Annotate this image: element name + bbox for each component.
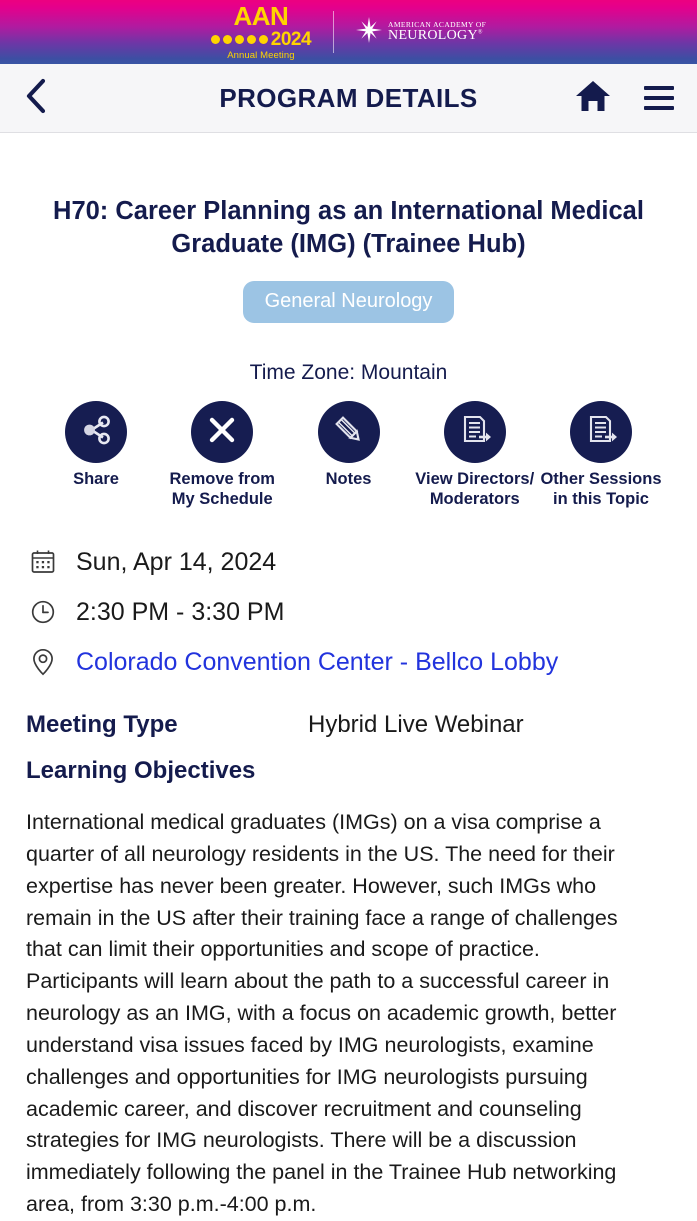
meta-row-time: 2:30 PM - 3:30 PM (28, 587, 671, 637)
document-arrow-icon (458, 413, 492, 452)
home-button[interactable] (573, 78, 613, 118)
hamburger-menu-icon (644, 86, 674, 110)
meeting-type-row: Meeting Type Hybrid Live Webinar (26, 711, 671, 739)
notes-button-circle (317, 401, 380, 464)
academy-line-2: NEUROLOGY® (388, 27, 483, 43)
action-view-directors-moderators[interactable]: View Directors/ Moderators (413, 401, 537, 509)
meeting-type-label: Meeting Type (26, 711, 178, 739)
calendar-icon (28, 549, 58, 575)
starburst-icon (356, 16, 383, 48)
action-remove-from-my-schedule[interactable]: Remove from My Schedule (160, 401, 284, 509)
action-share[interactable]: Share (34, 401, 158, 489)
home-icon (575, 79, 611, 118)
topic-badge[interactable]: General Neurology (242, 281, 455, 324)
aan-subtitle: Annual Meeting (227, 50, 295, 62)
meta-row-date: Sun, Apr 14, 2024 (28, 537, 671, 587)
topic-badge-row: General Neurology (26, 281, 671, 324)
action-label: View Directors/ Moderators (415, 470, 535, 508)
navigation-bar: PROGRAM DETAILS (0, 64, 697, 133)
session-date: Sun, Apr 14, 2024 (76, 548, 277, 577)
session-time: 2:30 PM - 3:30 PM (76, 598, 285, 627)
action-label: Share (73, 470, 119, 489)
aan-dots-year-row: 2024 (210, 29, 312, 51)
aan-annual-meeting-logo: AAN 2024 Annual Meeting (210, 1, 312, 62)
action-label: Other Sessions in this Topic (540, 470, 662, 508)
action-notes[interactable]: Notes (287, 401, 411, 489)
action-label: Notes (325, 470, 372, 489)
session-location-link[interactable]: Colorado Convention Center - Bellco Lobb… (76, 647, 558, 677)
aan-dots-icon (210, 35, 268, 45)
pencil-icon (332, 413, 366, 452)
learning-objectives-heading: Learning Objectives (26, 757, 256, 785)
other-sessions-button-circle (570, 401, 632, 464)
meta-row-location[interactable]: Colorado Convention Center - Bellco Lobb… (28, 637, 671, 687)
american-academy-of-neurology-logo: AMERICAN ACADEMY OF NEUROLOGY® (356, 16, 486, 48)
share-button-circle (65, 401, 127, 464)
view-directors-button-circle (443, 401, 506, 464)
session-details: Meeting Type Hybrid Live Webinar Learnin… (26, 711, 671, 1221)
time-zone-label: Time Zone: Mountain (249, 361, 448, 385)
aan-wordmark: AAN (233, 1, 289, 32)
share-nodes-icon (79, 413, 113, 452)
brand-banner: AAN 2024 Annual Meeting AMERICAN ACADEMY… (0, 0, 697, 64)
learning-objectives-text: International medical graduates (IMGs) o… (26, 810, 618, 1216)
remove-button-circle (191, 401, 254, 464)
document-arrow-icon (584, 413, 618, 452)
brand-logo-group: AAN 2024 Annual Meeting AMERICAN ACADEMY… (210, 1, 486, 62)
action-label: Remove from My Schedule (169, 470, 275, 508)
close-x-icon (205, 413, 239, 452)
meeting-type-value: Hybrid Live Webinar (308, 711, 524, 739)
back-button[interactable] (14, 76, 58, 120)
program-details-content: H70: Career Planning as an International… (0, 195, 697, 1221)
session-meta-list: Sun, Apr 14, 2024 2:30 PM - 3:30 PM Colo… (26, 537, 671, 687)
navbar-actions (573, 78, 679, 118)
clock-icon (28, 599, 58, 625)
action-other-sessions-in-this-topic[interactable]: Other Sessions in this Topic (539, 401, 663, 509)
map-pin-icon (28, 648, 58, 676)
menu-button[interactable] (639, 78, 679, 118)
session-title: H70: Career Planning as an International… (53, 197, 644, 259)
chevron-left-icon (23, 76, 49, 121)
action-button-row: Share Remove from My Schedule Notes View… (26, 401, 671, 509)
brand-divider (333, 11, 335, 53)
aan-year: 2024 (270, 29, 312, 51)
